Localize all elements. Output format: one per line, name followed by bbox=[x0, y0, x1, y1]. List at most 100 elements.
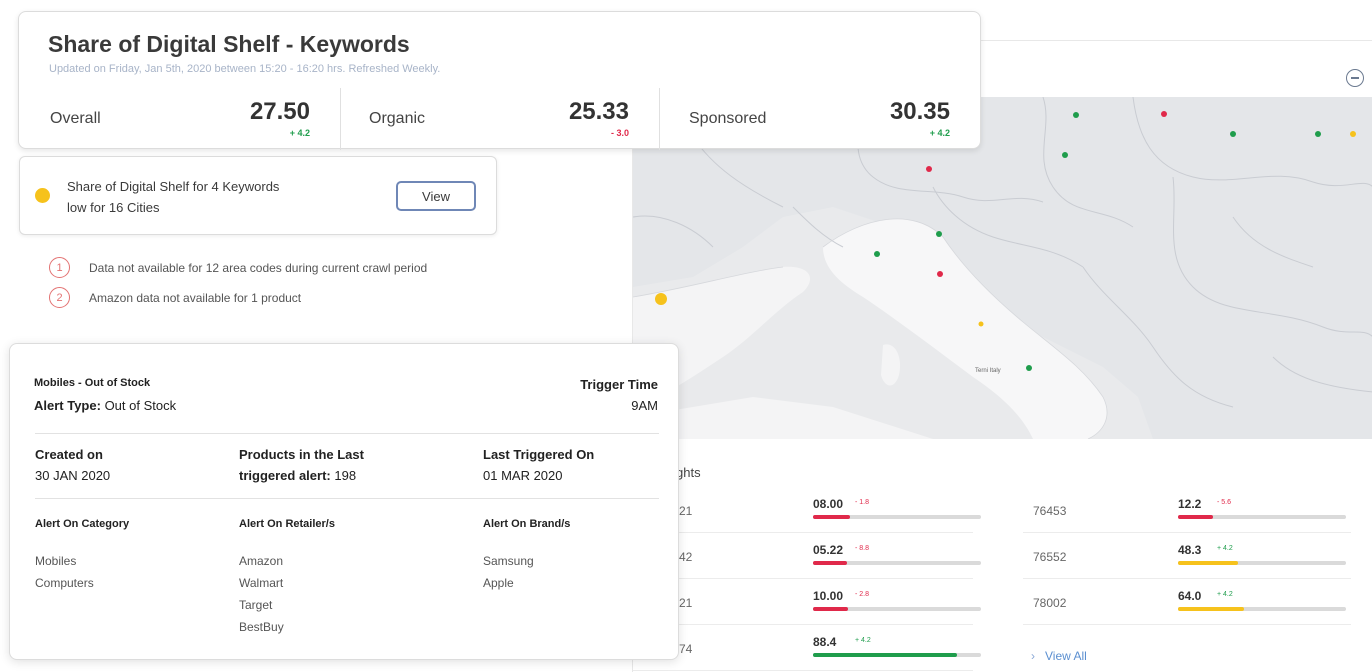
map-marker-bad[interactable] bbox=[1161, 111, 1167, 117]
highlight-row[interactable]: 78002 64.0 + 4.2 bbox=[1023, 581, 1351, 625]
highlight-row[interactable]: 21 08.00 - 1.8 bbox=[633, 489, 981, 533]
highlight-value: 05.22 bbox=[813, 543, 844, 557]
highlight-row[interactable]: 74 88.4 + 4.2 bbox=[633, 627, 981, 671]
view-all-label: View All bbox=[1045, 649, 1087, 663]
highlight-row[interactable]: 21 10.00 - 2.8 bbox=[633, 581, 981, 625]
metric-value: 27.50 bbox=[249, 98, 310, 125]
map-marker-good[interactable] bbox=[1315, 131, 1321, 137]
last-triggered-label: Last Triggered On bbox=[483, 447, 595, 462]
alert-type-label: Alert Type: bbox=[34, 398, 101, 413]
map-marker-bad[interactable] bbox=[926, 166, 932, 172]
area-code: 21 bbox=[679, 504, 693, 518]
area-code: 21 bbox=[679, 596, 693, 610]
map-marker-good[interactable] bbox=[1062, 152, 1068, 158]
chevron-right-icon: › bbox=[1031, 649, 1035, 663]
highlight-value: 48.3 bbox=[1178, 543, 1202, 557]
highlight-row[interactable]: 76453 12.2 - 5.6 bbox=[1023, 489, 1351, 533]
metric-value: 30.35 bbox=[889, 98, 950, 125]
brand-label: Alert On Brand/s bbox=[483, 518, 571, 530]
view-all-link[interactable]: › View All bbox=[1031, 649, 1087, 663]
last-triggered-value: 01 MAR 2020 bbox=[483, 468, 563, 483]
progress-bar bbox=[1178, 561, 1346, 565]
metric-overall[interactable]: Overall 27.50 + 4.2 bbox=[50, 88, 310, 150]
list-item: Apple bbox=[483, 576, 514, 590]
highlight-delta: + 4.2 bbox=[1217, 591, 1233, 598]
progress-fill bbox=[813, 515, 850, 519]
city-label: Terni Italy bbox=[975, 368, 1001, 374]
highlight-value: 88.4 bbox=[813, 635, 837, 649]
map-marker-good[interactable] bbox=[1230, 131, 1236, 137]
alert-line-1: Share of Digital Shelf for 4 Keywords bbox=[67, 179, 280, 194]
metric-sponsored[interactable]: Sponsored 30.35 + 4.2 bbox=[689, 88, 950, 150]
highlight-row[interactable]: 76552 48.3 + 4.2 bbox=[1023, 535, 1351, 579]
note-text: Amazon data not available for 1 product bbox=[89, 291, 302, 305]
metric-label: Organic bbox=[369, 110, 426, 127]
metric-delta: + 4.2 bbox=[289, 128, 310, 138]
progress-fill bbox=[813, 653, 958, 657]
progress-bar bbox=[813, 515, 981, 519]
share-of-shelf-card: Share of Digital Shelf - Keywords Update… bbox=[18, 11, 981, 150]
highlight-value: 64.0 bbox=[1178, 589, 1202, 603]
map-marker-good[interactable] bbox=[1026, 365, 1032, 371]
card-title: Share of Digital Shelf - Keywords bbox=[48, 31, 410, 57]
collapse-icon[interactable] bbox=[1346, 69, 1364, 87]
note-text: Data not available for 12 area codes dur… bbox=[89, 261, 428, 275]
highlight-value: 12.2 bbox=[1178, 497, 1202, 511]
list-item: Samsung bbox=[483, 554, 534, 568]
metric-delta: - 3.0 bbox=[610, 128, 629, 138]
products-value: 198 bbox=[334, 468, 357, 483]
divider bbox=[35, 498, 659, 499]
highlight-delta: - 8.8 bbox=[855, 545, 870, 552]
highlight-delta: - 2.8 bbox=[855, 591, 870, 598]
trigger-time-label: Trigger Time bbox=[580, 377, 658, 392]
list-item: Walmart bbox=[239, 576, 284, 590]
area-code: 76552 bbox=[1033, 550, 1067, 564]
progress-fill bbox=[813, 607, 849, 611]
divider bbox=[659, 88, 660, 150]
map-marker-bad[interactable] bbox=[937, 271, 943, 277]
list-item: Mobiles bbox=[35, 554, 77, 568]
products-label: Products in the Last bbox=[239, 447, 364, 462]
map-marker-good[interactable] bbox=[874, 251, 880, 257]
area-code: 74 bbox=[679, 642, 693, 656]
area-code: 76453 bbox=[1033, 504, 1067, 518]
created-value: 30 JAN 2020 bbox=[35, 468, 111, 483]
highlight-delta: + 4.2 bbox=[855, 637, 871, 644]
divider bbox=[35, 433, 659, 434]
map-marker-good[interactable] bbox=[936, 231, 942, 237]
warning-dot-icon bbox=[35, 188, 50, 203]
list-item: Target bbox=[239, 598, 273, 612]
metric-label: Overall bbox=[50, 110, 101, 127]
category-label: Alert On Category bbox=[35, 518, 130, 530]
low-share-alert: Share of Digital Shelf for 4 Keywords lo… bbox=[19, 156, 497, 235]
note-number-icon: 2 bbox=[49, 287, 70, 308]
metric-organic[interactable]: Organic 25.33 - 3.0 bbox=[369, 88, 629, 150]
products-label-2: triggered alert: bbox=[239, 468, 331, 483]
progress-bar bbox=[1178, 607, 1346, 611]
area-code: 78002 bbox=[1033, 596, 1067, 610]
created-label: Created on bbox=[35, 447, 103, 462]
divider bbox=[340, 88, 341, 150]
highlight-delta: + 4.2 bbox=[1217, 545, 1233, 552]
trigger-time-value: 9AM bbox=[631, 398, 658, 413]
highlight-row[interactable]: 42 05.22 - 8.8 bbox=[633, 535, 981, 579]
list-item: Amazon bbox=[239, 554, 284, 568]
alert-message: Share of Digital Shelf for 4 Keywords lo… bbox=[67, 176, 357, 218]
list-item: Computers bbox=[35, 576, 94, 590]
map-marker-warn[interactable] bbox=[655, 293, 667, 305]
alert-type-value: Out of Stock bbox=[104, 398, 177, 413]
highlight-delta: - 5.6 bbox=[1217, 499, 1232, 506]
card-subtitle: Updated on Friday, Jan 5th, 2020 between… bbox=[49, 63, 441, 75]
progress-bar bbox=[813, 561, 981, 565]
list-item: BestBuy bbox=[239, 620, 284, 634]
highlight-value: 10.00 bbox=[813, 589, 844, 603]
progress-fill bbox=[813, 561, 847, 565]
map-marker-warn[interactable] bbox=[1350, 131, 1356, 137]
map-marker-good[interactable] bbox=[1073, 112, 1079, 118]
progress-fill bbox=[1178, 607, 1244, 611]
map-marker-warn[interactable] bbox=[978, 321, 984, 327]
highlight-delta: - 1.8 bbox=[855, 499, 870, 506]
view-button[interactable]: View bbox=[396, 181, 476, 211]
area-code: 42 bbox=[679, 550, 693, 564]
progress-fill bbox=[1178, 561, 1239, 565]
